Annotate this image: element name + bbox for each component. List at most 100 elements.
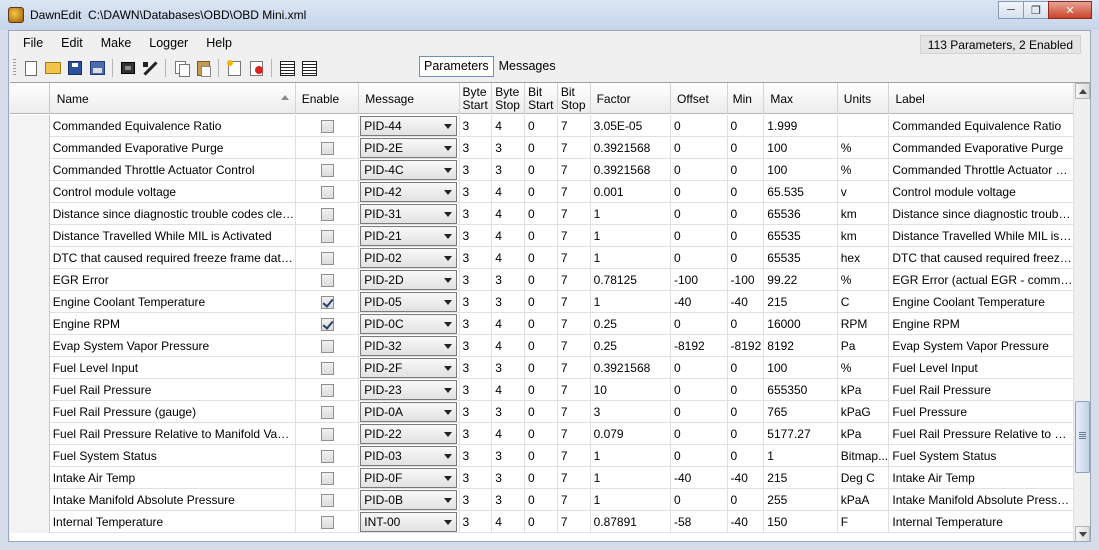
cell-message[interactable]: PID-05 xyxy=(359,291,460,313)
cell-name[interactable]: Engine RPM xyxy=(50,313,296,335)
cell-max[interactable]: 16000 xyxy=(764,313,838,335)
table-row[interactable]: Fuel Rail Pressure PID-23 3 4 0 7 10 0 0 655350 kP… xyxy=(10,379,1073,401)
grid-export-button[interactable] xyxy=(298,57,320,79)
cell-offset[interactable]: 0 xyxy=(671,159,728,181)
column-header-byte-start[interactable]: Byte Start xyxy=(460,83,493,114)
cell-message[interactable]: PID-31 xyxy=(359,203,460,225)
add-row-button[interactable] xyxy=(223,57,245,79)
cell-factor[interactable]: 0.3921568 xyxy=(591,357,671,379)
cell-bit-start[interactable]: 0 xyxy=(525,115,558,137)
table-row[interactable]: Distance Travelled While MIL is Activate… xyxy=(10,225,1073,247)
cell-units[interactable]: kPa xyxy=(838,379,890,401)
scroll-up-button[interactable] xyxy=(1075,83,1090,99)
tab-messages[interactable]: Messages xyxy=(494,56,561,77)
cell-byte-stop[interactable]: 4 xyxy=(492,181,526,203)
menu-edit[interactable]: Edit xyxy=(52,32,92,54)
cell-label[interactable]: Engine Coolant Temperature xyxy=(889,291,1073,313)
row-header[interactable] xyxy=(10,445,50,467)
cell-label[interactable]: Engine RPM xyxy=(889,313,1073,335)
cell-byte-stop[interactable]: 4 xyxy=(492,247,526,269)
row-header[interactable] xyxy=(10,511,50,533)
message-dropdown[interactable]: PID-23 xyxy=(360,380,457,400)
enable-checkbox[interactable] xyxy=(320,163,334,177)
cell-byte-stop[interactable]: 4 xyxy=(492,203,526,225)
cell-bit-stop[interactable]: 7 xyxy=(558,159,591,181)
cell-name[interactable]: Engine Coolant Temperature xyxy=(50,291,296,313)
cell-byte-start[interactable]: 3 xyxy=(460,379,493,401)
cell-byte-stop[interactable]: 3 xyxy=(492,269,526,291)
cell-enable[interactable] xyxy=(296,137,360,159)
cell-factor[interactable]: 0.079 xyxy=(591,423,671,445)
cell-factor[interactable]: 0.25 xyxy=(591,335,671,357)
cell-label[interactable]: EGR Error (actual EGR - command... xyxy=(889,269,1073,291)
cell-min[interactable]: 0 xyxy=(728,181,765,203)
cell-message[interactable]: PID-42 xyxy=(359,181,460,203)
cell-byte-start[interactable]: 3 xyxy=(460,357,493,379)
cell-byte-stop[interactable]: 3 xyxy=(492,291,526,313)
cell-max[interactable]: 8192 xyxy=(764,335,838,357)
cell-bit-stop[interactable]: 7 xyxy=(558,181,591,203)
cell-max[interactable]: 99.22 xyxy=(764,269,838,291)
row-header[interactable] xyxy=(10,401,50,423)
row-header[interactable] xyxy=(10,159,50,181)
cell-byte-start[interactable]: 3 xyxy=(460,291,493,313)
message-dropdown[interactable]: PID-42 xyxy=(360,182,457,202)
cell-max[interactable]: 65535 xyxy=(764,225,838,247)
message-dropdown[interactable]: PID-32 xyxy=(360,336,457,356)
cell-name[interactable]: DTC that caused required freeze frame da… xyxy=(50,247,296,269)
cell-factor[interactable]: 0.78125 xyxy=(591,269,671,291)
cell-message[interactable]: PID-32 xyxy=(359,335,460,357)
cell-min[interactable]: -8192 xyxy=(728,335,765,357)
cell-bit-stop[interactable]: 7 xyxy=(558,335,591,357)
cell-label[interactable]: Fuel Pressure xyxy=(889,401,1073,423)
column-header-bit-start[interactable]: Bit Start xyxy=(525,83,558,114)
cell-min[interactable]: -40 xyxy=(728,467,765,489)
menu-logger[interactable]: Logger xyxy=(140,32,197,54)
cell-min[interactable]: 0 xyxy=(728,445,765,467)
cell-byte-stop[interactable]: 4 xyxy=(492,423,526,445)
cell-message[interactable]: PID-22 xyxy=(359,423,460,445)
cell-byte-start[interactable]: 3 xyxy=(460,137,493,159)
table-row[interactable]: Fuel Rail Pressure Relative to Manifold … xyxy=(10,423,1073,445)
cell-factor[interactable]: 1 xyxy=(591,225,671,247)
cell-byte-start[interactable]: 3 xyxy=(460,313,493,335)
message-dropdown[interactable]: PID-22 xyxy=(360,424,457,444)
cell-name[interactable]: Intake Air Temp xyxy=(50,467,296,489)
column-header-min[interactable]: Min xyxy=(728,83,765,114)
row-header[interactable] xyxy=(10,203,50,225)
enable-checkbox[interactable] xyxy=(320,251,334,265)
column-header-name[interactable]: Name xyxy=(50,83,296,114)
menu-help[interactable]: Help xyxy=(197,32,241,54)
chevron-down-icon[interactable] xyxy=(441,447,456,465)
chevron-down-icon[interactable] xyxy=(441,205,456,223)
cell-offset[interactable]: 0 xyxy=(671,181,728,203)
row-header-corner[interactable] xyxy=(10,83,50,114)
cell-byte-stop[interactable]: 3 xyxy=(492,401,526,423)
cell-label[interactable]: Distance Travelled While MIL is Ac... xyxy=(889,225,1073,247)
cell-offset[interactable]: 0 xyxy=(671,445,728,467)
cell-byte-stop[interactable]: 4 xyxy=(492,225,526,247)
row-header[interactable] xyxy=(10,137,50,159)
cell-units[interactable]: hex xyxy=(838,247,890,269)
cell-max[interactable]: 150 xyxy=(764,511,838,533)
cell-factor[interactable]: 1 xyxy=(591,445,671,467)
message-dropdown[interactable]: PID-21 xyxy=(360,226,457,246)
cell-name[interactable]: Control module voltage xyxy=(50,181,296,203)
cell-byte-stop[interactable]: 3 xyxy=(492,357,526,379)
row-header[interactable] xyxy=(10,313,50,335)
cell-enable[interactable] xyxy=(296,181,360,203)
cell-bit-start[interactable]: 0 xyxy=(525,379,558,401)
cell-min[interactable]: -100 xyxy=(728,269,765,291)
enable-checkbox[interactable] xyxy=(320,141,334,155)
message-dropdown[interactable]: PID-0C xyxy=(360,314,457,334)
cell-message[interactable]: PID-02 xyxy=(359,247,460,269)
cell-bit-start[interactable]: 0 xyxy=(525,357,558,379)
cell-name[interactable]: Fuel Rail Pressure (gauge) xyxy=(50,401,296,423)
chevron-down-icon[interactable] xyxy=(441,337,456,355)
cell-factor[interactable]: 10 xyxy=(591,379,671,401)
enable-checkbox[interactable] xyxy=(320,405,334,419)
row-header[interactable] xyxy=(10,467,50,489)
cell-bit-start[interactable]: 0 xyxy=(525,225,558,247)
message-dropdown[interactable]: PID-05 xyxy=(360,292,457,312)
cell-name[interactable]: Internal Temperature xyxy=(50,511,296,533)
